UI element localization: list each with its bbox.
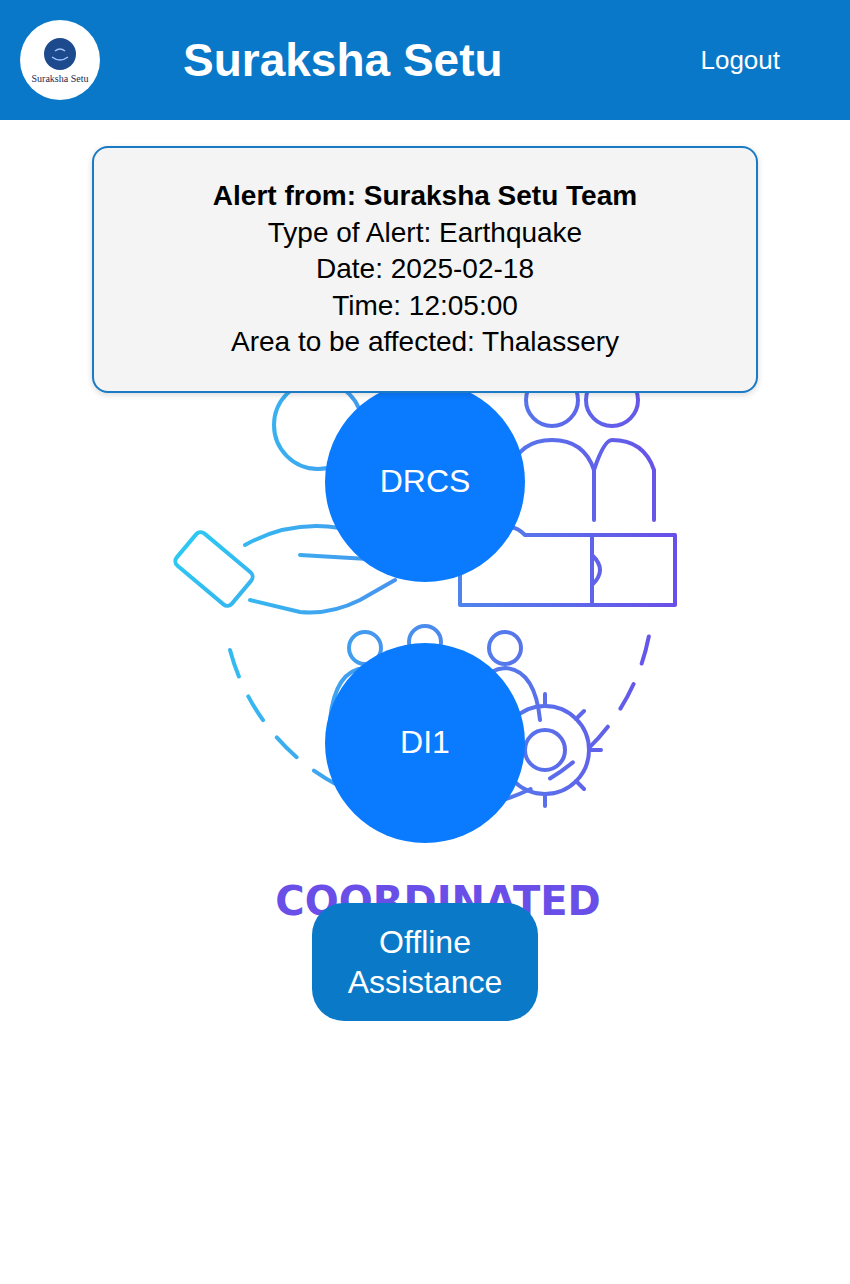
- logout-button[interactable]: Logout: [700, 45, 780, 76]
- alert-line: Date: 2025-02-18: [110, 251, 740, 288]
- alert-heading: Alert from: Suraksha Setu Team: [110, 178, 740, 215]
- hands-logo-icon: [43, 37, 77, 71]
- circle-button[interactable]: DI1: [325, 643, 525, 843]
- logo-text: Suraksha Setu: [32, 73, 89, 84]
- alert-line: Type of Alert: Earthquake: [110, 215, 740, 252]
- main-content: Alert from: Suraksha Setu TeamType of Al…: [0, 120, 850, 1021]
- offline-assistance-button[interactable]: Offline Assistance: [312, 903, 538, 1021]
- app-title: Suraksha Setu: [183, 33, 700, 87]
- circle-button[interactable]: DRCS: [325, 382, 525, 582]
- logo: Suraksha Setu: [20, 20, 100, 100]
- alert-line: Area to be affected: Thalassery: [110, 324, 740, 361]
- alert-card: Alert from: Suraksha Setu TeamType of Al…: [92, 146, 758, 393]
- alert-line: Time: 12:05:00: [110, 288, 740, 325]
- header-bar: Suraksha Setu Suraksha Setu Logout: [0, 0, 850, 120]
